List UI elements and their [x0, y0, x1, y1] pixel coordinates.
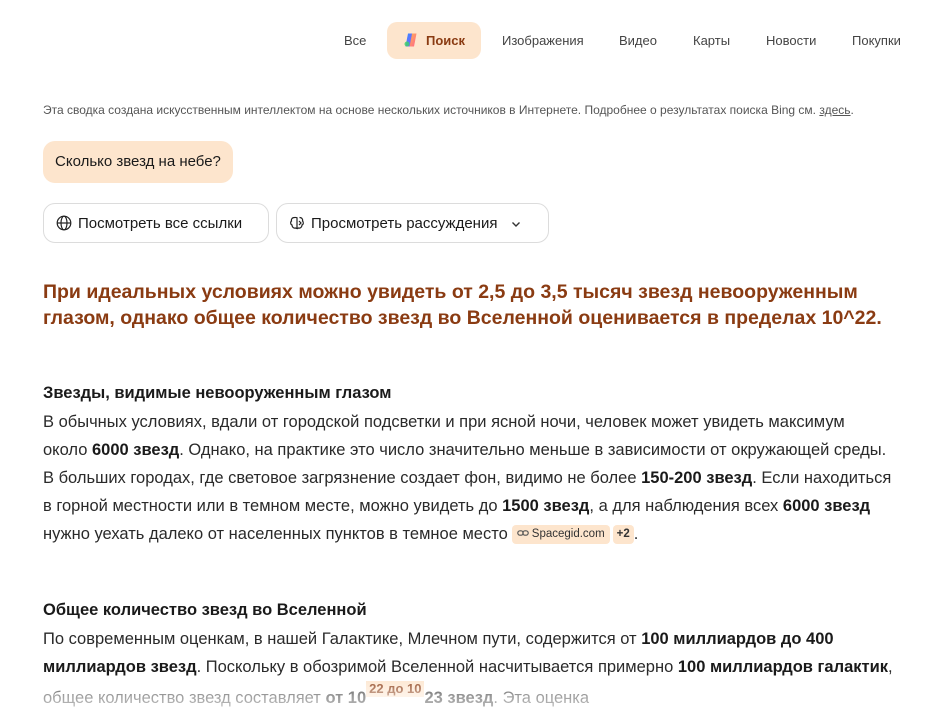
top-nav: Все Поиск Изображения Видео Карты Новост…	[0, 22, 928, 60]
section-paragraph-total-stars: По современным оценкам, в нашей Галактик…	[43, 625, 893, 712]
tab-news[interactable]: Новости	[766, 22, 816, 59]
view-all-links-button[interactable]: Посмотреть все ссылки	[43, 203, 269, 243]
tab-search[interactable]: Поиск	[387, 22, 482, 59]
query-bubble: Сколько звезд на небе?	[43, 141, 233, 183]
tab-all[interactable]: Все	[344, 22, 366, 59]
section-title-visible-stars: Звезды, видимые невооруженным глазом	[43, 384, 392, 402]
para-text: . Поскольку в обозримой Вселенной насчит…	[196, 658, 678, 676]
tab-maps[interactable]: Карты	[693, 22, 730, 59]
section-paragraph-visible-stars: В обычных условиях, вдали от городской п…	[43, 408, 893, 548]
globe-icon	[56, 215, 72, 231]
link-icon	[516, 530, 529, 536]
citation-more-chip[interactable]: +2	[612, 525, 634, 544]
tab-search-label: Поиск	[426, 33, 466, 48]
view-all-links-label: Посмотреть все ссылки	[78, 215, 243, 232]
view-reasoning-label: Просмотреть рассуждения	[311, 215, 498, 232]
para-bold: 6000 звезд	[91, 441, 180, 459]
citation-label: Spacegid.com	[531, 528, 605, 540]
answer-headline: При идеальных условиях можно увидеть от …	[43, 281, 882, 329]
superscript-range: 22 до 10	[366, 681, 425, 697]
para-text: , а для наблюдения всех	[589, 497, 783, 515]
para-bold: 150-200 звезд	[641, 469, 753, 487]
ai-disclaimer: Эта сводка создана искусственным интелле…	[43, 103, 923, 117]
view-reasoning-button[interactable]: Просмотреть рассуждения	[276, 203, 549, 243]
tab-video[interactable]: Видео	[619, 22, 657, 59]
citation-chip[interactable]: Spacegid.com	[511, 525, 610, 544]
para-end: .	[633, 525, 639, 543]
para-bold: 23 звезд	[424, 689, 494, 707]
para-text: По современным оценкам, в нашей Галактик…	[43, 630, 642, 648]
disclaimer-end: .	[850, 103, 854, 117]
para-bold: 6000 звезд	[782, 497, 871, 515]
tab-images[interactable]: Изображения	[502, 22, 584, 59]
para-bold: от 10	[325, 689, 367, 707]
copilot-icon	[404, 33, 417, 47]
tab-shopping[interactable]: Покупки	[852, 22, 901, 59]
para-text: . Эта оценка	[493, 689, 590, 707]
para-bold: 100 миллиардов галактик	[677, 658, 888, 676]
section-title-total-stars: Общее количество звезд во Вселенной	[43, 601, 367, 619]
disclaimer-text: Эта сводка создана искусственным интелле…	[43, 103, 817, 117]
para-bold: 1500 звезд	[502, 497, 590, 515]
disclaimer-link[interactable]: здесь	[819, 103, 850, 117]
reasoning-icon	[290, 216, 304, 230]
chevron-down-icon	[511, 222, 520, 227]
para-text: нужно уехать далеко от населенных пункто…	[43, 525, 508, 543]
